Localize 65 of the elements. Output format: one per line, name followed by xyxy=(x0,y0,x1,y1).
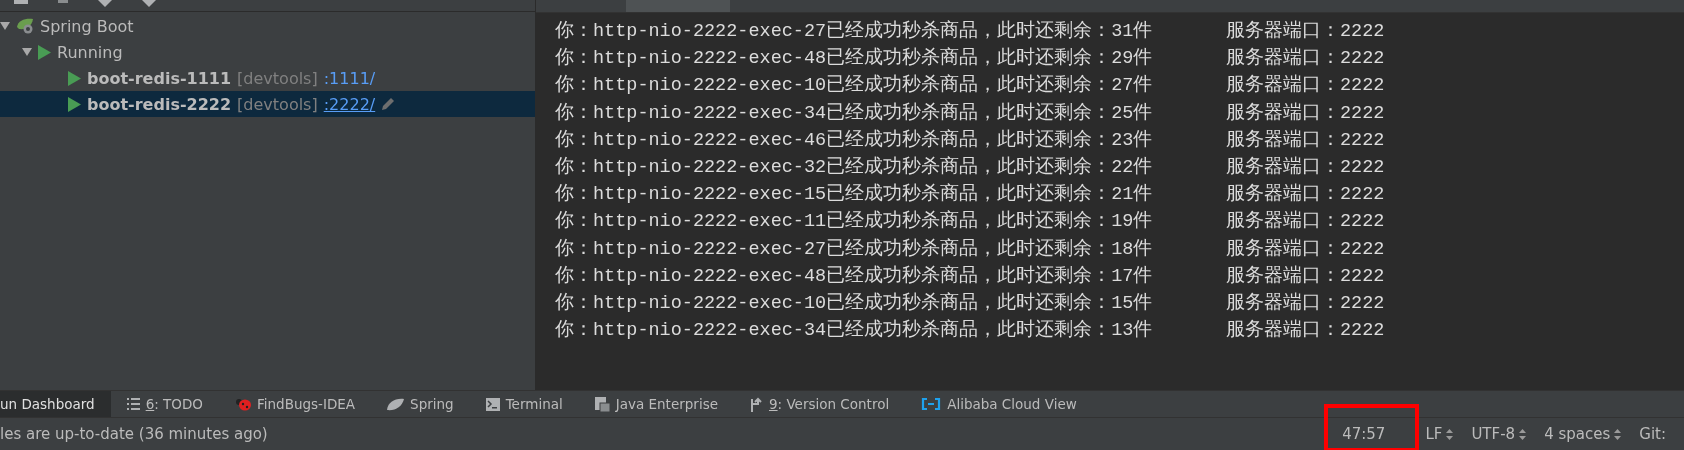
log-port: 服务器端口：2222 xyxy=(1226,182,1386,206)
tool-window-tab[interactable]: Spring xyxy=(371,391,470,417)
log-message: 你：http-nio-2222-exec-34已经成功秒杀商品，此时还剩余：25件 xyxy=(555,101,1154,124)
tool-window-tab[interactable]: 9: Version Control xyxy=(734,391,906,417)
log-port: 服务器端口：2222 xyxy=(1226,46,1386,70)
log-message: 你：http-nio-2222-exec-11已经成功秒杀商品，此时还剩余：19件 xyxy=(555,209,1154,233)
ladybug-icon xyxy=(235,397,251,412)
tool-window-tab[interactable]: Alibaba Cloud View xyxy=(905,391,1093,417)
pencil-icon[interactable] xyxy=(381,97,396,111)
tool-window-tab[interactable]: 6: TODO xyxy=(110,391,219,417)
status-item[interactable]: LF xyxy=(1425,425,1454,443)
log-port: 服务器端口：2222 xyxy=(1226,237,1386,260)
tree-label: Spring Boot xyxy=(40,16,134,36)
status-message: les are up-to-date (36 minutes ago) xyxy=(0,425,269,443)
app-name: boot-redis-1111 xyxy=(87,68,232,88)
log-port: 服务器端口：2222 xyxy=(1226,19,1386,43)
expand-arrow-icon[interactable] xyxy=(22,47,32,57)
play-icon xyxy=(68,96,81,112)
log-port: 服务器端口：2222 xyxy=(1226,318,1386,342)
tree-label: Running xyxy=(57,42,123,62)
app-tag: [devtools] xyxy=(237,68,318,88)
cloud-icon xyxy=(921,398,942,411)
log-message: 你：http-nio-2222-exec-15已经成功秒杀商品，此时还剩余：21件 xyxy=(555,182,1154,206)
log-port: 服务器端口：2222 xyxy=(1226,73,1386,97)
port-link[interactable]: :1111/ xyxy=(323,68,376,88)
log-port: 服务器端口：2222 xyxy=(1226,291,1386,314)
log-message: 你：http-nio-2222-exec-46已经成功秒杀商品，此时还剩余：23件 xyxy=(555,128,1154,151)
terminal-icon xyxy=(485,397,500,411)
tool-window-tab[interactable]: un Dashboard xyxy=(0,391,111,417)
tool-window-tab[interactable]: Terminal xyxy=(469,391,579,417)
log-message: 你：http-nio-2222-exec-27已经成功秒杀商品，此时还剩余：31件 xyxy=(555,19,1154,43)
log-message: 你：http-nio-2222-exec-48已经成功秒杀商品，此时还剩余：17件 xyxy=(555,264,1154,287)
tree-item[interactable]: boot-redis-1111 [devtools] :1111/ xyxy=(0,65,535,91)
status-item[interactable]: UTF-8 xyxy=(1471,425,1527,443)
app-tag: [devtools] xyxy=(237,94,318,114)
port-link[interactable]: :2222/ xyxy=(323,94,376,114)
status-item[interactable]: Git: xyxy=(1639,425,1666,443)
log-port: 服务器端口：2222 xyxy=(1226,209,1386,233)
tool-window-tab[interactable]: Java Enterprise xyxy=(578,391,734,417)
log-port: 服务器端口：2222 xyxy=(1226,128,1386,151)
log-message: 你：http-nio-2222-exec-10已经成功秒杀商品，此时还剩余：27件 xyxy=(555,73,1154,97)
updown-icon xyxy=(1519,428,1527,440)
log-message: 你：http-nio-2222-exec-48已经成功秒杀商品，此时还剩余：29件 xyxy=(555,46,1154,70)
enterprise-icon xyxy=(594,396,610,412)
log-message: 你：http-nio-2222-exec-32已经成功秒杀商品，此时还剩余：22件 xyxy=(555,155,1154,179)
status-item[interactable]: 4 spaces xyxy=(1544,425,1622,443)
log-port: 服务器端口：2222 xyxy=(1226,101,1386,124)
log-message: 你：http-nio-2222-exec-34已经成功秒杀商品，此时还剩余：13件 xyxy=(555,318,1154,342)
log-message: 你：http-nio-2222-exec-10已经成功秒杀商品，此时还剩余：15件 xyxy=(555,291,1154,314)
list-icon xyxy=(126,398,140,411)
app-name: boot-redis-2222 xyxy=(87,94,232,114)
play-icon xyxy=(38,44,51,60)
spring-boot-icon xyxy=(16,18,34,34)
expand-arrow-icon[interactable] xyxy=(0,21,10,31)
updown-icon xyxy=(1446,428,1454,440)
branch-icon xyxy=(750,396,763,412)
log-port: 服务器端口：2222 xyxy=(1226,264,1386,287)
log-message: 你：http-nio-2222-exec-27已经成功秒杀商品，此时还剩余：18件 xyxy=(555,237,1154,260)
play-icon xyxy=(68,70,81,86)
tool-window-tab[interactable]: FindBugs-IDEA xyxy=(219,391,372,417)
tree-item[interactable]: boot-redis-2222 [devtools] :2222/ xyxy=(0,91,535,117)
leaf-icon xyxy=(387,397,405,411)
log-port: 服务器端口：2222 xyxy=(1226,155,1386,179)
updown-icon xyxy=(1614,428,1622,440)
status-item[interactable]: 47:57 xyxy=(1342,425,1386,443)
